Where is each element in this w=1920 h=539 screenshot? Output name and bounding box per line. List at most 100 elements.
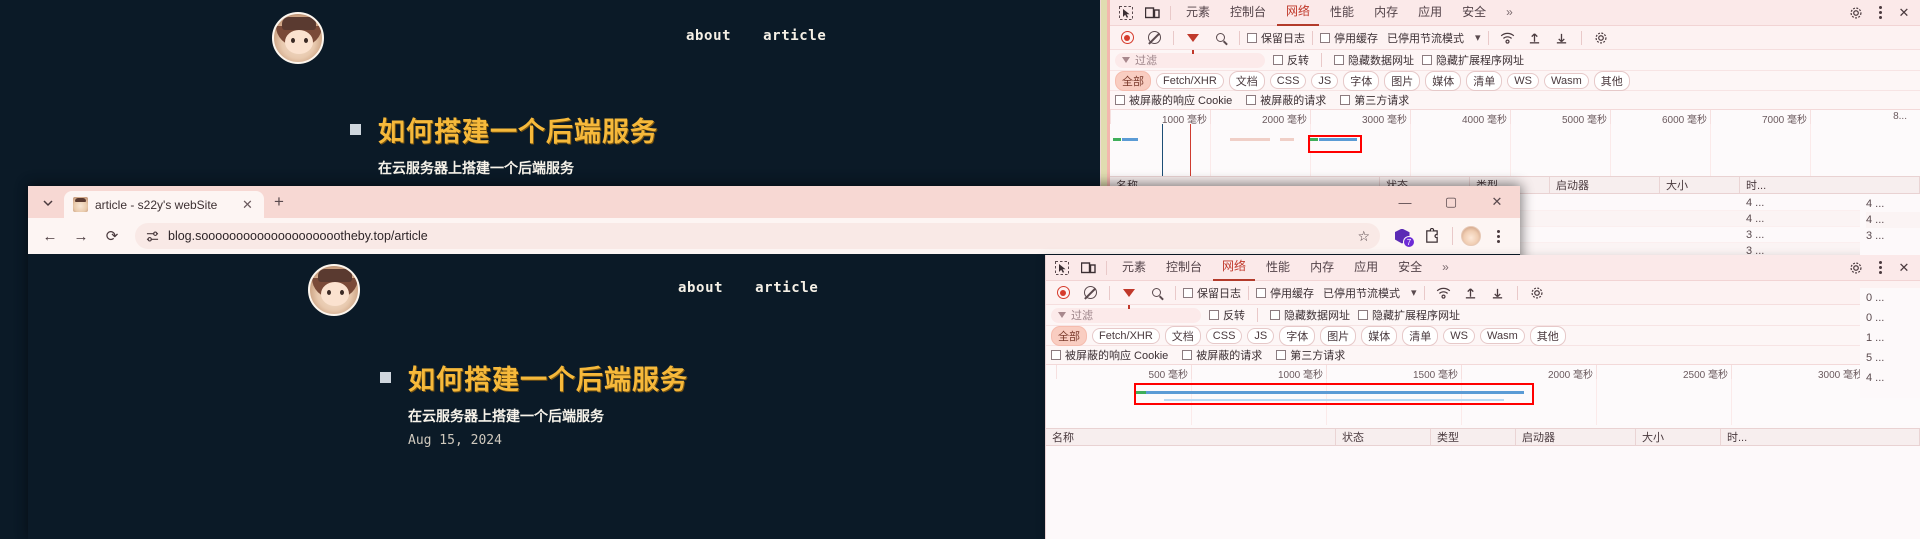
search-icon[interactable] bbox=[1208, 27, 1232, 49]
disable-cache-box[interactable] bbox=[1320, 32, 1330, 43]
devtools-tab-network[interactable]: 网络 bbox=[1277, 0, 1320, 26]
window-close-button[interactable]: ✕ bbox=[1474, 186, 1520, 218]
reload-button[interactable]: ⟳ bbox=[98, 222, 126, 250]
type-chip-img-bottom[interactable]: 图片 bbox=[1320, 325, 1357, 346]
devtools-tab-elements-bottom[interactable]: 元素 bbox=[1113, 255, 1155, 280]
type-chip-wasm[interactable]: Wasm bbox=[1544, 72, 1589, 89]
type-chip-media[interactable]: 媒体 bbox=[1425, 70, 1462, 91]
throttling-select[interactable]: 已停用节流模式 bbox=[1387, 30, 1464, 46]
address-bar[interactable]: blog.sooooooooooooooooooootheby.top/arti… bbox=[135, 223, 1380, 249]
nav-link-about-inner[interactable]: about bbox=[678, 280, 723, 296]
bookmark-star-icon[interactable]: ☆ bbox=[1357, 228, 1370, 245]
blocked-requests-box[interactable] bbox=[1246, 95, 1257, 105]
tab-close-icon[interactable]: ✕ bbox=[240, 197, 255, 213]
devtools-tab-performance-bottom[interactable]: 性能 bbox=[1257, 255, 1299, 280]
preserve-log-checkbox-bottom[interactable]: 保留日志 bbox=[1183, 285, 1241, 301]
blocked-cookies-box[interactable] bbox=[1115, 95, 1125, 105]
hide-data-urls-box[interactable] bbox=[1334, 55, 1344, 65]
third-party-box[interactable] bbox=[1340, 95, 1351, 105]
kebab-icon[interactable] bbox=[1868, 2, 1892, 24]
disable-cache-checkbox[interactable]: 停用缓存 bbox=[1320, 30, 1378, 46]
devtools-tab-performance[interactable]: 性能 bbox=[1321, 0, 1363, 25]
nav-link-about[interactable]: about bbox=[686, 28, 731, 44]
devtools-tab-security-bottom[interactable]: 安全 bbox=[1389, 255, 1431, 280]
column-header-time-bottom[interactable]: 时... bbox=[1721, 429, 1920, 445]
invert-box-bottom[interactable] bbox=[1209, 310, 1219, 320]
third-party-checkbox-bottom[interactable]: 第三方请求 bbox=[1276, 347, 1345, 363]
type-chip-img[interactable]: 图片 bbox=[1384, 70, 1421, 91]
invert-box[interactable] bbox=[1273, 55, 1283, 65]
filter-input-bottom[interactable]: 过滤 bbox=[1051, 307, 1201, 323]
type-chip-doc[interactable]: 文档 bbox=[1228, 70, 1265, 91]
type-chip-wasm-bottom[interactable]: Wasm bbox=[1480, 327, 1525, 344]
site-avatar[interactable] bbox=[272, 12, 324, 64]
type-chip-all-bottom[interactable]: 全部 bbox=[1051, 325, 1087, 346]
chevron-down-icon[interactable]: ▾ bbox=[1475, 31, 1481, 44]
third-party-checkbox[interactable]: 第三方请求 bbox=[1340, 92, 1409, 108]
hide-data-urls-checkbox-bottom[interactable]: 隐藏数据网址 bbox=[1270, 307, 1350, 323]
network-overview-top[interactable]: 1000 毫秒 2000 毫秒 3000 毫秒 4000 毫秒 5000 毫秒 … bbox=[1110, 110, 1920, 176]
type-chip-all[interactable]: 全部 bbox=[1115, 70, 1151, 91]
preserve-log-box-bottom[interactable] bbox=[1183, 287, 1193, 298]
devtools-tab-application-bottom[interactable]: 应用 bbox=[1345, 255, 1387, 280]
preserve-log-checkbox[interactable]: 保留日志 bbox=[1247, 30, 1305, 46]
chrome-menu-kebab-icon[interactable] bbox=[1484, 222, 1512, 250]
devtools-tab-application[interactable]: 应用 bbox=[1409, 0, 1451, 25]
network-overview-bottom[interactable]: 500 毫秒 1000 毫秒 1500 毫秒 2000 毫秒 2500 毫秒 3… bbox=[1046, 365, 1920, 425]
type-chip-font[interactable]: 字体 bbox=[1343, 70, 1380, 91]
hide-ext-urls-checkbox-bottom[interactable]: 隐藏扩展程序网址 bbox=[1358, 307, 1460, 323]
kebab-icon-bottom[interactable] bbox=[1868, 257, 1892, 279]
window-maximize-button[interactable]: ▢ bbox=[1428, 186, 1474, 218]
export-har-icon-bottom[interactable] bbox=[1486, 282, 1510, 304]
back-button[interactable]: ← bbox=[36, 222, 64, 250]
preserve-log-box[interactable] bbox=[1247, 32, 1257, 43]
type-chip-ws-bottom[interactable]: WS bbox=[1443, 327, 1475, 344]
column-header-size[interactable]: 大小 bbox=[1660, 177, 1740, 193]
browser-tab[interactable]: article - s22y's webSite ✕ bbox=[64, 191, 264, 218]
nav-link-article-inner[interactable]: article bbox=[755, 280, 818, 296]
devtools-tab-security[interactable]: 安全 bbox=[1453, 0, 1495, 25]
devtools-tab-overflow-icon[interactable]: » bbox=[1497, 2, 1522, 24]
invert-checkbox[interactable]: 反转 bbox=[1273, 52, 1309, 68]
disable-cache-checkbox-bottom[interactable]: 停用缓存 bbox=[1256, 285, 1314, 301]
chevron-down-icon-bottom[interactable]: ▾ bbox=[1411, 286, 1417, 299]
close-icon-bottom[interactable]: ✕ bbox=[1892, 257, 1916, 279]
throttling-select-bottom[interactable]: 已停用节流模式 bbox=[1323, 285, 1400, 301]
hide-data-urls-checkbox[interactable]: 隐藏数据网址 bbox=[1334, 52, 1414, 68]
hide-data-urls-box-bottom[interactable] bbox=[1270, 310, 1280, 320]
third-party-box-bottom[interactable] bbox=[1276, 350, 1287, 360]
type-chip-ws[interactable]: WS bbox=[1507, 72, 1539, 89]
type-chip-manifest-bottom[interactable]: 清单 bbox=[1402, 325, 1439, 346]
type-chip-other-bottom[interactable]: 其他 bbox=[1529, 325, 1566, 346]
blocked-requests-checkbox-bottom[interactable]: 被屏蔽的请求 bbox=[1182, 347, 1262, 363]
blocked-cookies-checkbox-bottom[interactable]: 被屏蔽的响应 Cookie bbox=[1051, 347, 1168, 363]
window-minimize-button[interactable]: — bbox=[1382, 186, 1428, 218]
nav-link-article[interactable]: article bbox=[763, 28, 826, 44]
record-icon[interactable] bbox=[1115, 27, 1139, 49]
site-avatar-inner[interactable] bbox=[308, 264, 360, 316]
inspect-element-icon[interactable] bbox=[1050, 257, 1074, 279]
clear-icon-bottom[interactable] bbox=[1078, 282, 1102, 304]
hide-ext-urls-box[interactable] bbox=[1422, 55, 1432, 65]
record-icon-bottom[interactable] bbox=[1051, 282, 1075, 304]
type-chip-css[interactable]: CSS bbox=[1269, 72, 1307, 89]
tab-search-chevron-icon[interactable] bbox=[34, 191, 62, 215]
devtools-tab-console-bottom[interactable]: 控制台 bbox=[1157, 255, 1211, 280]
devtools-tab-elements[interactable]: 元素 bbox=[1177, 0, 1219, 25]
filter-input[interactable]: 过滤 bbox=[1115, 52, 1265, 68]
network-settings-gear-icon[interactable] bbox=[1589, 27, 1613, 49]
type-chip-font-bottom[interactable]: 字体 bbox=[1279, 325, 1316, 346]
column-header-name-bottom[interactable]: 名称 bbox=[1046, 429, 1336, 445]
blocked-requests-box-bottom[interactable] bbox=[1182, 350, 1193, 360]
import-har-icon-bottom[interactable] bbox=[1459, 282, 1483, 304]
type-chip-css-bottom[interactable]: CSS bbox=[1205, 327, 1243, 344]
blocked-cookies-box-bottom[interactable] bbox=[1051, 350, 1061, 360]
type-chip-js-bottom[interactable]: JS bbox=[1247, 327, 1275, 344]
hide-ext-urls-checkbox[interactable]: 隐藏扩展程序网址 bbox=[1422, 52, 1524, 68]
site-settings-icon[interactable] bbox=[145, 229, 159, 243]
search-icon-bottom[interactable] bbox=[1144, 282, 1168, 304]
new-tab-button[interactable]: + bbox=[266, 189, 292, 215]
close-icon[interactable]: ✕ bbox=[1892, 2, 1916, 24]
device-toolbar-icon[interactable] bbox=[1076, 257, 1100, 279]
devtools-tab-network-bottom[interactable]: 网络 bbox=[1213, 255, 1256, 281]
